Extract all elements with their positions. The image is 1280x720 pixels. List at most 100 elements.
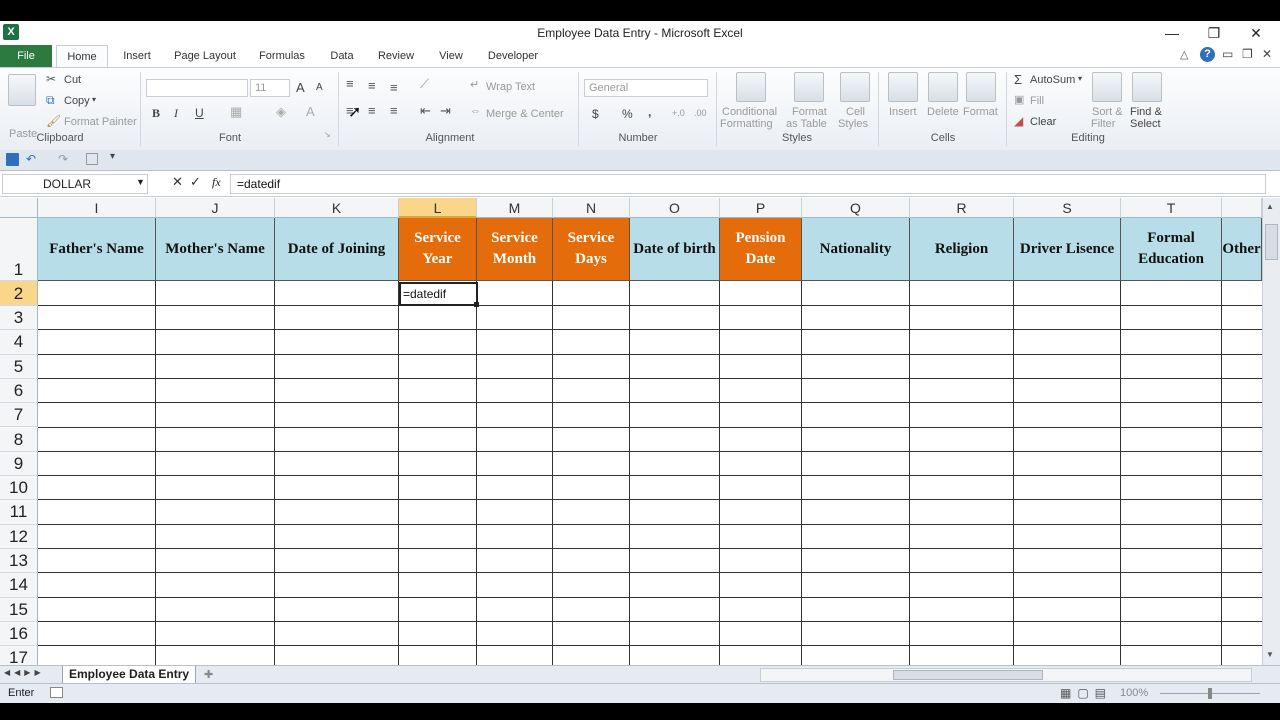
format-painter-button[interactable]: Format Painter (64, 116, 137, 128)
insert-function-icon[interactable]: fx (212, 175, 221, 190)
insert-cells-icon[interactable] (888, 72, 918, 102)
vertical-scroll-thumb[interactable] (1265, 224, 1278, 260)
column-header-p[interactable]: P (720, 198, 802, 218)
row-header-8[interactable]: 8 (0, 427, 38, 452)
formula-input[interactable]: =datedif (230, 174, 1266, 194)
copy-dropdown-icon[interactable]: ▾ (92, 95, 96, 104)
tab-data[interactable]: Data (322, 45, 362, 67)
percent-button[interactable]: % (622, 107, 633, 121)
font-dialog-launcher-icon[interactable]: ↘ (324, 130, 331, 139)
align-center-icon[interactable]: ≡ (368, 103, 376, 118)
row-header-9[interactable]: 9 (0, 451, 38, 477)
find-select-label[interactable]: Find & (1130, 106, 1162, 118)
autosum-button[interactable]: AutoSum (1030, 74, 1075, 86)
help-icon[interactable]: ? (1200, 47, 1215, 62)
sheet-tab[interactable]: Employee Data Entry (62, 666, 197, 684)
redo-icon[interactable]: ↷ (58, 152, 68, 166)
increase-indent-icon[interactable]: ⇥ (440, 103, 451, 119)
print-preview-icon[interactable] (86, 153, 98, 165)
paste-icon[interactable] (8, 74, 36, 106)
scroll-up-icon[interactable]: ▲ (1266, 202, 1274, 211)
format-cells-icon[interactable] (966, 72, 996, 102)
header-cell[interactable]: Formal Education (1121, 218, 1222, 281)
macro-record-icon[interactable] (50, 687, 63, 698)
row-header-7[interactable]: 7 (0, 403, 38, 428)
doc-minimize-icon[interactable]: ▭ (1222, 47, 1233, 61)
select-all-button[interactable] (0, 198, 38, 218)
zoom-slider-thumb[interactable] (1208, 688, 1212, 699)
column-header-i[interactable]: I (38, 198, 156, 218)
tab-review[interactable]: Review (372, 45, 420, 67)
zoom-level[interactable]: 100% (1120, 684, 1148, 703)
column-header-u[interactable] (1222, 198, 1262, 218)
column-header-r[interactable]: R (910, 198, 1014, 218)
row-header-14[interactable]: 14 (0, 573, 38, 598)
column-header-j[interactable]: J (156, 198, 275, 218)
header-cell[interactable]: Mother's Name (156, 218, 275, 281)
cut-button[interactable]: Cut (64, 74, 81, 86)
enter-entry-icon[interactable]: ✓ (190, 174, 201, 190)
currency-button[interactable]: $ (592, 107, 599, 121)
row-header-13[interactable]: 13 (0, 549, 38, 574)
sort-filter-label-2[interactable]: Filter (1091, 118, 1115, 130)
orientation-icon[interactable]: ⟋ (420, 76, 429, 92)
shrink-font-icon[interactable]: A (316, 82, 323, 93)
row-header-16[interactable]: 16 (0, 621, 38, 647)
font-color-icon[interactable]: A (306, 104, 315, 119)
column-header-n[interactable]: N (553, 198, 630, 218)
row-header-3[interactable]: 3 (0, 306, 38, 331)
tab-file[interactable]: File (0, 45, 52, 67)
header-cell[interactable]: Service Days (553, 218, 630, 281)
delete-cells-icon[interactable] (928, 72, 958, 102)
conditional-formatting-icon[interactable] (736, 72, 766, 102)
header-cell[interactable]: Other (1222, 218, 1262, 281)
header-cell[interactable]: Pension Date (720, 218, 802, 281)
column-header-s[interactable]: S (1014, 198, 1121, 218)
find-select-label-2[interactable]: Select (1130, 118, 1161, 130)
fill-color-icon[interactable]: ◈ (276, 104, 286, 120)
cell-styles-icon[interactable] (840, 72, 870, 102)
excel-logo-icon[interactable]: X (3, 24, 19, 40)
header-cell[interactable]: Driver Lisence (1014, 218, 1121, 281)
number-format-combo[interactable]: General (584, 79, 708, 97)
format-cells-button[interactable]: Format (963, 106, 998, 118)
fill-handle[interactable] (474, 302, 479, 307)
name-box[interactable]: DOLLAR (2, 174, 148, 194)
autosum-dropdown-icon[interactable]: ▾ (1078, 74, 1082, 83)
column-header-m[interactable]: M (477, 198, 553, 218)
font-size-combo[interactable]: 11 (250, 79, 290, 97)
column-header-o[interactable]: O (630, 198, 720, 218)
row-header-5[interactable]: 5 (0, 354, 38, 379)
sort-filter-label[interactable]: Sort & (1092, 106, 1123, 118)
horizontal-scroll-thumb[interactable] (893, 670, 1043, 680)
row-header-12[interactable]: 12 (0, 524, 38, 549)
conditional-formatting-label[interactable]: Conditional (722, 106, 777, 118)
borders-icon[interactable]: ▦ (230, 104, 242, 120)
column-header-t[interactable]: T (1121, 198, 1222, 218)
cell-styles-label-2[interactable]: Styles (838, 118, 868, 130)
view-buttons-icon[interactable]: ▦▢▤ (1060, 684, 1112, 703)
delete-cells-button[interactable]: Delete (927, 106, 959, 118)
column-header-l[interactable]: L (399, 198, 477, 218)
comma-button[interactable]: , (648, 105, 651, 119)
copy-button[interactable]: Copy (64, 95, 90, 107)
row-header-15[interactable]: 15 (0, 597, 38, 622)
cell-styles-label[interactable]: Cell (846, 106, 865, 118)
row-header-10[interactable]: 10 (0, 476, 38, 501)
fill-button[interactable]: Fill (1030, 95, 1044, 107)
align-right-icon[interactable]: ≡ (390, 103, 398, 118)
header-cell[interactable]: Service Year (399, 218, 477, 281)
name-box-dropdown-icon[interactable]: ▼ (136, 177, 145, 187)
format-as-table-icon[interactable] (794, 72, 824, 102)
align-middle-icon[interactable]: ≡ (368, 78, 376, 93)
cancel-entry-icon[interactable]: ✕ (172, 174, 183, 190)
horizontal-scrollbar[interactable] (760, 668, 1252, 682)
header-cell[interactable]: Date of Joining (275, 218, 399, 281)
tab-formulas[interactable]: Formulas (252, 45, 312, 67)
header-cell[interactable]: Date of birth (630, 218, 720, 281)
format-as-table-label-2[interactable]: as Table (786, 118, 827, 130)
vertical-scrollbar[interactable]: ▲ ▼ (1262, 198, 1280, 665)
clear-button[interactable]: Clear (1030, 116, 1056, 128)
header-cell[interactable]: Religion (910, 218, 1014, 281)
increase-decimal-icon[interactable]: +.0 (672, 108, 685, 118)
